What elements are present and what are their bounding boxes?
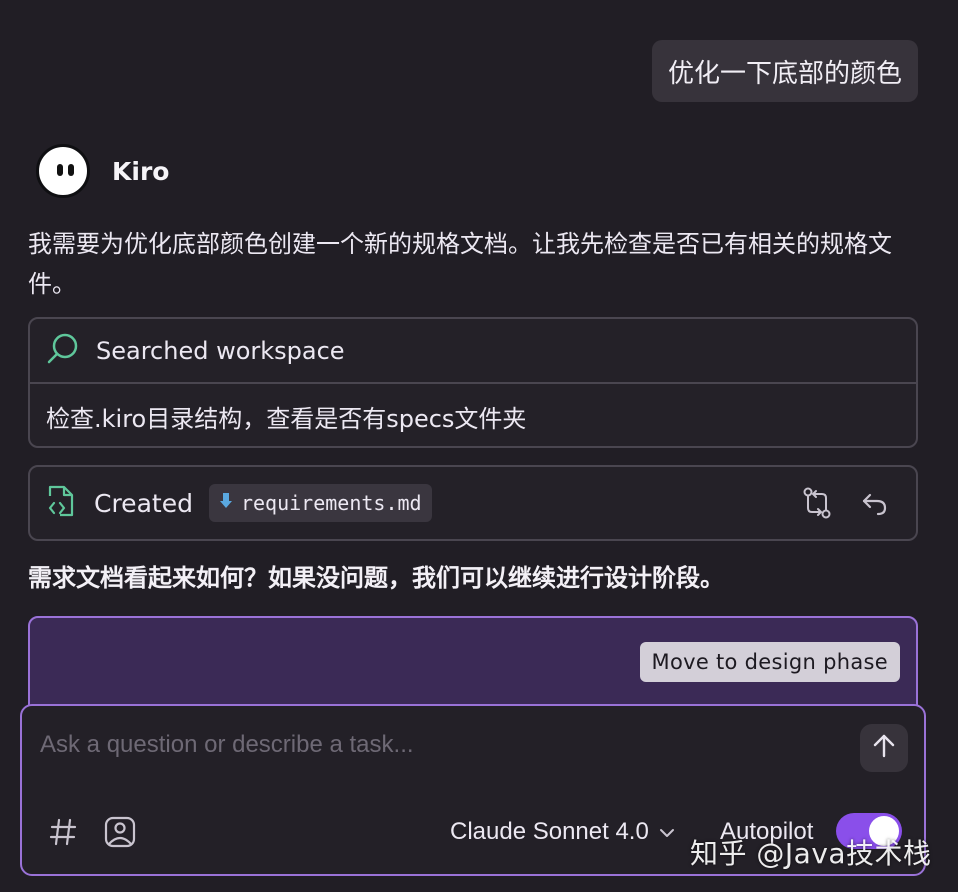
file-name: requirements.md bbox=[240, 491, 422, 515]
send-button[interactable] bbox=[860, 724, 908, 772]
avatar bbox=[36, 144, 90, 198]
file-code-icon bbox=[46, 484, 78, 522]
avatar-right-eye bbox=[68, 164, 74, 176]
search-workspace-card[interactable]: Searched workspace 检查.kiro目录结构，查看是否有spec… bbox=[28, 317, 918, 448]
created-label: Created bbox=[94, 488, 193, 518]
undo-icon[interactable] bbox=[858, 483, 892, 523]
avatar-left-eye bbox=[57, 164, 63, 176]
file-chip[interactable]: requirements.md bbox=[208, 484, 432, 522]
model-name: Claude Sonnet 4.0 bbox=[450, 818, 649, 845]
arrow-up-icon bbox=[871, 733, 897, 763]
chat-page: 优化一下底部的颜色 Kiro 我需要为优化底部颜色创建一个新的规格文档。让我先检… bbox=[0, 0, 958, 892]
user-message-bubble: 优化一下底部的颜色 bbox=[652, 40, 918, 102]
model-selector[interactable]: Claude Sonnet 4.0 bbox=[450, 814, 675, 850]
agent-message: 我需要为优化底部颜色创建一个新的规格文档。让我先检查是否已有相关的规格文件。 bbox=[28, 230, 892, 298]
search-card-title: Searched workspace bbox=[96, 336, 345, 365]
search-card-header[interactable]: Searched workspace bbox=[30, 319, 916, 384]
chevron-down-icon bbox=[659, 818, 675, 846]
chat-input[interactable] bbox=[38, 724, 842, 766]
user-message-text: 优化一下底部的颜色 bbox=[667, 58, 902, 89]
search-icon bbox=[46, 332, 80, 370]
move-to-design-phase-button[interactable]: Move to design phase bbox=[639, 642, 900, 682]
created-file-card: Created requirements.md bbox=[28, 465, 918, 541]
agent-name: Kiro bbox=[112, 156, 170, 186]
hash-icon[interactable] bbox=[46, 812, 80, 852]
compare-icon[interactable] bbox=[800, 483, 834, 523]
agent-header: Kiro bbox=[36, 144, 169, 198]
image-icon[interactable] bbox=[100, 812, 140, 852]
file-download-icon bbox=[219, 491, 233, 515]
card-actions bbox=[800, 483, 892, 523]
search-card-detail: 检查.kiro目录结构，查看是否有specs文件夹 bbox=[46, 404, 527, 433]
question-text: 需求文档看起来如何？如果没问题，我们可以继续进行设计阶段。 bbox=[28, 564, 724, 592]
watermark: 知乎 @Java技术栈 bbox=[690, 837, 932, 870]
